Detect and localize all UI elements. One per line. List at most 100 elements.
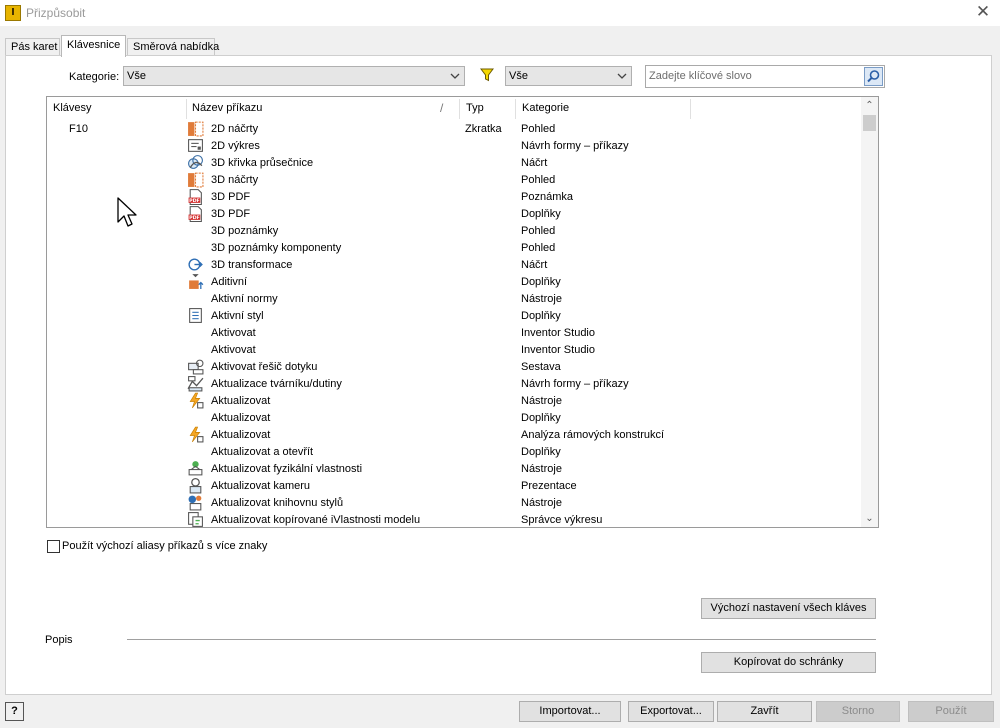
table-row[interactable]: 3D transformace Náčrt [47,256,862,273]
table-row[interactable]: Aktualizovat kameru Prezentace [47,477,862,494]
row-category: Analýza rámových konstrukcí [521,429,665,441]
row-command-name: Aktualizovat [211,429,271,441]
table-row[interactable]: Aktualizovat knihovnu stylů Nástroje [47,494,862,511]
row-command-name: 3D PDF [211,191,251,203]
sort-indicator-icon: / [440,101,444,115]
reset-all-keys-button[interactable]: Výchozí nastavení všech kláves [701,598,876,619]
table-row[interactable]: F10 2D náčrty Zkratka Pohled [47,120,862,137]
row-command-name: 2D výkres [211,140,260,152]
row-category: Doplňky [521,446,561,458]
table-row[interactable]: Aktivovat řešič dotyku Sestava [47,358,862,375]
contact-solver-icon [188,359,204,375]
table-row[interactable]: Aktivní normy Nástroje [47,290,862,307]
table-row[interactable]: Aktualizovat fyzikální vlastnosti Nástroj… [47,460,862,477]
table-row[interactable]: 3D náčrty Pohled [47,171,862,188]
row-category: Inventor Studio [521,327,595,339]
vertical-scrollbar[interactable]: ⌃ ⌄ [861,97,878,527]
row-command-name: 3D transformace [211,259,293,271]
table-row[interactable]: Aktivovat Inventor Studio [47,324,862,341]
row-command-name: 3D křivka průsečnice [211,157,314,169]
svg-text:PDF: PDF [189,215,200,221]
column-header-keys[interactable]: Klávesy [53,102,92,114]
window-title: Přizpůsobit [26,6,86,20]
row-category: Správce výkresu [521,514,603,526]
row-command-name: Aditivní [211,276,248,288]
close-button[interactable]: Zavřít [717,701,812,722]
row-category: Poznámka [521,191,573,203]
table-row[interactable]: PDF 3D PDF Poznámka [47,188,862,205]
mouse-cursor-icon [117,197,137,227]
row-command-name: Aktualizovat kopírované iVlastnosti mode… [211,514,421,526]
row-category: Doplňky [521,412,561,424]
scroll-down-icon[interactable]: ⌄ [861,510,878,527]
aliases-checkbox-label[interactable]: Použít výchozí aliasy příkazů s více zna… [62,540,267,552]
row-command-name: 3D náčrty [211,174,259,186]
row-command-name: Aktualizovat fyzikální vlastnosti [211,463,363,475]
table-row[interactable]: 2D výkres Návrh formy – příkazy [47,137,862,154]
tab-keyboard[interactable]: Klávesnice [61,35,126,57]
aliases-checkbox[interactable] [47,540,60,553]
command-list[interactable]: Klávesy Název příkazu / Typ Kategorie F1… [46,96,879,528]
category-dropdown[interactable]: Vše [123,66,465,86]
table-row[interactable]: 3D poznámky komponenty Pohled [47,239,862,256]
row-category: Nástroje [521,395,562,407]
table-row[interactable]: Aktivní styl Doplňky [47,307,862,324]
table-row[interactable]: Aktualizovat Doplňky [47,409,862,426]
table-row[interactable]: Aktualizovat a otevřít Doplňky [47,443,862,460]
search-placeholder: Zadejte klíčové slovo [649,70,752,82]
row-command-name: 3D PDF [211,208,251,220]
table-row[interactable]: Aktualizovat kopírované iVlastnosti mode… [47,511,862,527]
row-category: Doplňky [521,276,561,288]
scroll-up-icon[interactable]: ⌃ [861,97,878,114]
export-button[interactable]: Exportovat... [628,701,714,722]
cancel-button[interactable]: Storno [816,701,900,722]
apply-button[interactable]: Použít [908,701,994,722]
style-library-icon [188,495,202,511]
column-header-category[interactable]: Kategorie [522,102,569,114]
row-category: Pohled [521,123,556,135]
tab-marking-menu[interactable]: Směrová nabídka [127,38,219,56]
help-button[interactable]: ? [5,702,24,721]
close-window-button[interactable]: ✕ [972,2,994,22]
tab-ribbon[interactable]: Pás karet [5,38,60,56]
chevron-down-icon [617,73,627,79]
row-command-name: Aktualizace tvárníku/dutiny [211,378,342,390]
row-category: Inventor Studio [521,344,595,356]
copy-to-clipboard-button[interactable]: Kopírovat do schránky [701,652,876,673]
row-category: Nástroje [521,293,562,305]
column-header-command-name[interactable]: Název příkazu [192,102,262,114]
search-button[interactable] [864,67,883,86]
row-command-name: Aktivní styl [211,310,264,322]
filter-icon[interactable] [480,68,494,82]
row-command-name: Aktualizovat [211,412,271,424]
row-category: Náčrt [521,157,548,169]
pdf-icon: PDF [188,189,202,205]
keyboard-panel: Kategorie: Vše Vše Zadejte klíčové slovo… [5,55,992,695]
row-command-name: 3D poznámky komponenty [211,242,342,254]
row-category: Pohled [521,174,556,186]
table-row[interactable]: Aktivovat Inventor Studio [47,341,862,358]
row-category: Nástroje [521,497,562,509]
table-row[interactable]: 3D poznámky Pohled [47,222,862,239]
table-row[interactable]: PDF 3D PDF Doplňky [47,205,862,222]
camera-icon [189,477,202,494]
drawing-icon [188,139,203,152]
import-button[interactable]: Importovat... [519,701,621,722]
column-header-type[interactable]: Typ [466,102,484,114]
type-filter-dropdown[interactable]: Vše [505,66,632,86]
row-category: Pohled [521,242,556,254]
description-separator [127,639,876,640]
row-command-name: Aktivovat [211,327,256,339]
table-row[interactable]: 3D křivka průsečnice Náčrt [47,154,862,171]
update-icon [189,392,204,409]
row-type: Zkratka [465,123,502,135]
table-row[interactable]: Aktualizovat Analýza rámových konstrukcí [47,426,862,443]
row-category: Návrh formy – příkazy [521,140,629,152]
table-row[interactable]: Aktualizace tvárníku/dutiny Návrh formy –… [47,375,862,392]
list-header: Klávesy Název příkazu / Typ Kategorie [47,97,862,119]
row-category: Náčrt [521,259,548,271]
scrollbar-thumb[interactable] [863,115,876,131]
keyword-search-field[interactable]: Zadejte klíčové slovo [645,65,885,88]
table-row[interactable]: Aditivní Doplňky [47,273,862,290]
table-row[interactable]: Aktualizovat Nástroje [47,392,862,409]
